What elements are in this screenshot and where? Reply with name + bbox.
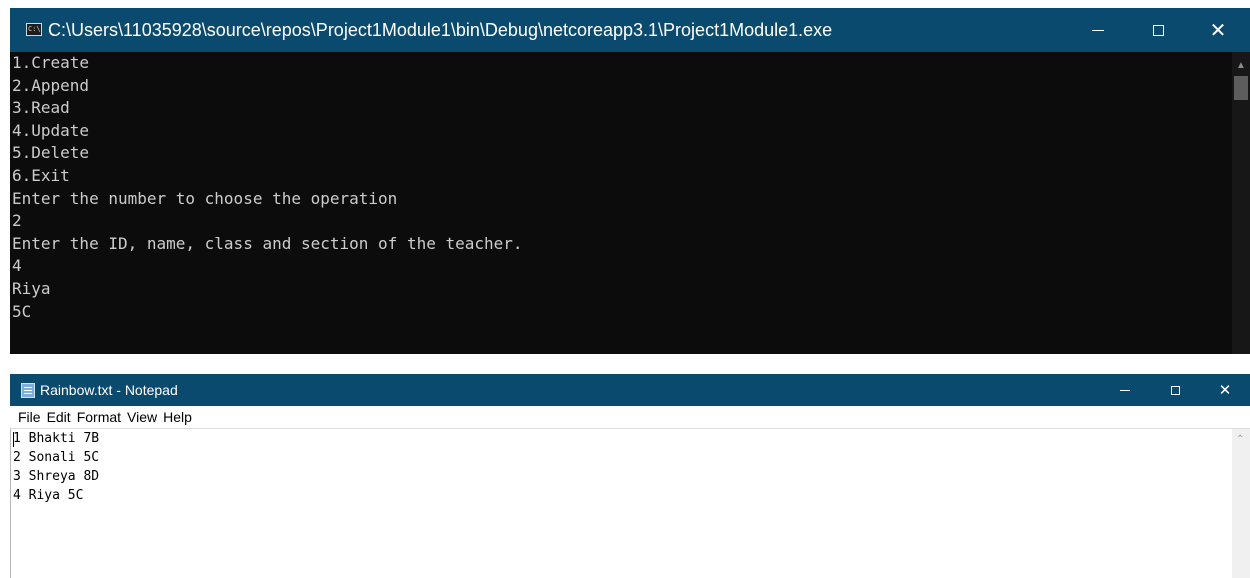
console-output[interactable]: 1.Create 2.Append 3.Read 4.Update 5.Dele… — [10, 52, 1232, 354]
scroll-thumb[interactable] — [1234, 76, 1248, 100]
notepad-title: Rainbow.txt - Notepad — [40, 382, 178, 398]
console-line: 2.Append — [12, 75, 90, 95]
console-line: 2 — [12, 211, 22, 231]
desktop-gap — [0, 354, 1250, 374]
text-line: 3 Shreya 8D — [13, 469, 100, 484]
console-title: C:\Users\11035928\source\repos\Project1M… — [48, 20, 833, 40]
console-app-icon[interactable] — [26, 23, 42, 36]
console-line: 4.Update — [12, 120, 90, 140]
console-line: Enter the ID, name, class and section of… — [12, 233, 523, 253]
menu-file[interactable]: File — [15, 406, 44, 428]
close-button[interactable]: ✕ — [1200, 374, 1250, 406]
minimize-button[interactable] — [1068, 8, 1128, 52]
minimize-icon — [1092, 29, 1104, 31]
text-caret — [13, 432, 14, 447]
menu-bar: File Edit Format View Help — [10, 406, 1250, 428]
text-line: 1 Bhakti 7B — [13, 431, 100, 446]
console-line: Riya — [12, 278, 51, 298]
console-line: 3.Read — [12, 98, 70, 118]
console-line: 5C — [12, 301, 32, 321]
notepad-window: Rainbow.txt - Notepad ✕ File Edit Format… — [10, 374, 1250, 578]
notepad-app-icon[interactable] — [21, 383, 35, 398]
maximize-icon — [1152, 24, 1164, 36]
minimize-icon — [1120, 389, 1130, 391]
scroll-up-arrow-icon[interactable]: ⌃ — [1236, 434, 1244, 445]
notepad-scrollbar[interactable]: ⌃ — [1232, 428, 1250, 578]
notepad-titlebar[interactable]: Rainbow.txt - Notepad ✕ — [10, 374, 1250, 406]
console-line: 1.Create — [12, 53, 90, 72]
close-icon: ✕ — [1209, 19, 1227, 42]
close-button[interactable]: ✕ — [1188, 8, 1248, 52]
menu-help[interactable]: Help — [160, 406, 195, 428]
minimize-button[interactable] — [1100, 374, 1150, 406]
console-titlebar[interactable]: C:\Users\11035928\source\repos\Project1M… — [10, 8, 1250, 52]
scroll-up-arrow-icon[interactable]: ▲ — [1236, 60, 1246, 71]
console-window: C:\Users\11035928\source\repos\Project1M… — [10, 8, 1250, 354]
menu-format[interactable]: Format — [74, 406, 124, 428]
console-line: Enter the number to choose the operation — [12, 188, 398, 208]
console-line: 4 — [12, 256, 22, 276]
menu-view[interactable]: View — [124, 406, 160, 428]
close-icon: ✕ — [1218, 382, 1232, 399]
console-line: 6.Exit — [12, 165, 70, 185]
menu-edit[interactable]: Edit — [44, 406, 74, 428]
text-line: 4 Riya 5C — [13, 488, 84, 503]
text-line: 2 Sonali 5C — [13, 450, 100, 465]
text-editor-area[interactable]: 1 Bhakti 7B 2 Sonali 5C 3 Shreya 8D 4 Ri… — [10, 428, 1232, 578]
console-scrollbar[interactable]: ▲ — [1232, 52, 1250, 354]
maximize-button[interactable] — [1128, 8, 1188, 52]
maximize-icon — [1170, 385, 1180, 395]
console-line: 5.Delete — [12, 143, 90, 163]
maximize-button[interactable] — [1150, 374, 1200, 406]
